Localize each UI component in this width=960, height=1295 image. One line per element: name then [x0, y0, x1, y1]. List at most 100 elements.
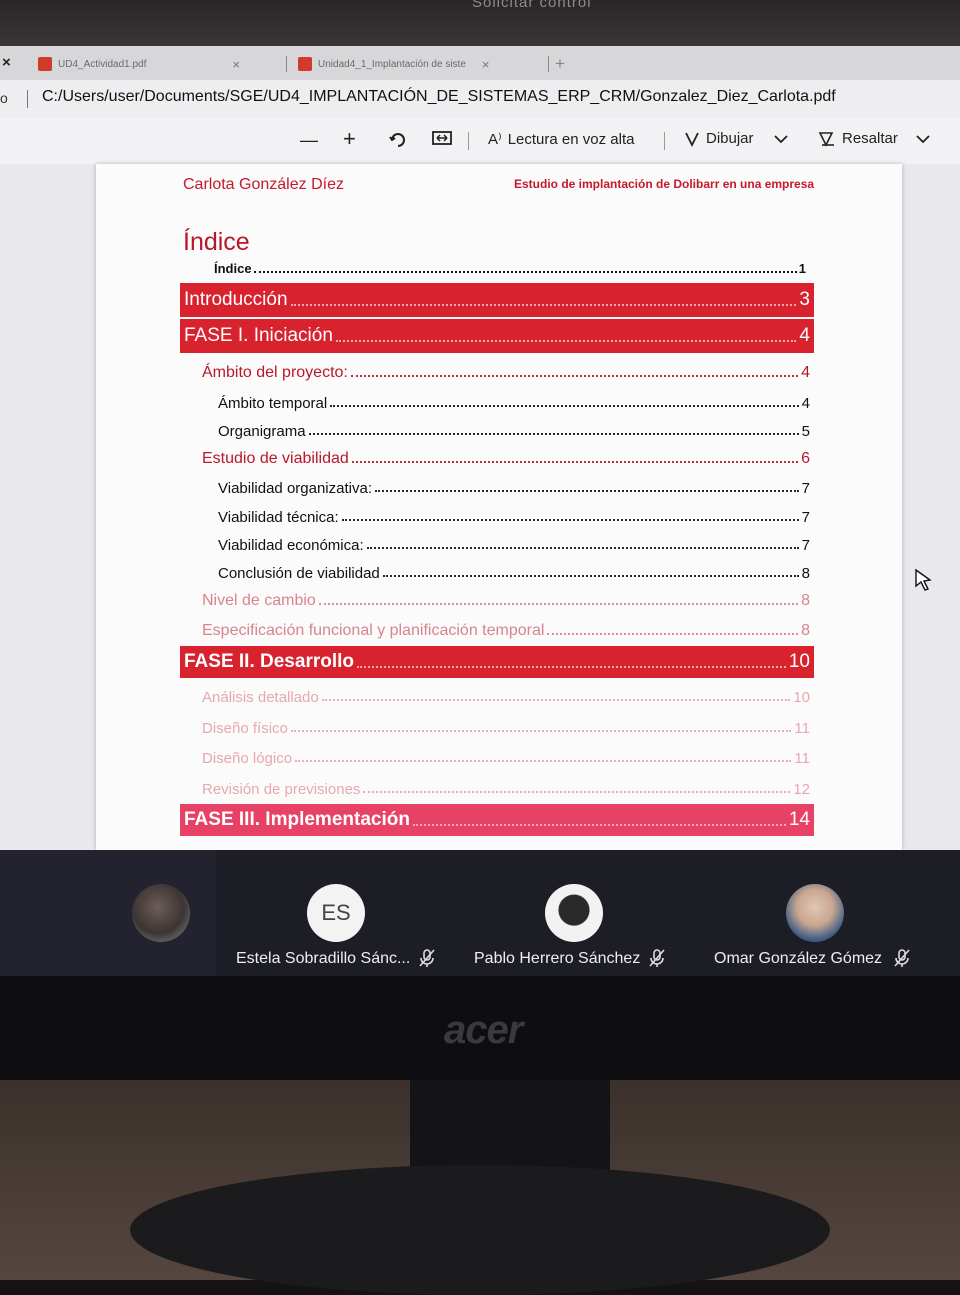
mic-muted-icon[interactable]	[893, 948, 911, 968]
toc-page: 4	[801, 364, 810, 381]
toc-entry-conclusion-viabilidad[interactable]: Conclusión de viabilidad 8	[218, 556, 810, 582]
chevron-down-icon[interactable]	[773, 134, 788, 144]
mouse-cursor-icon	[915, 568, 932, 591]
toc-label: Conclusión de viabilidad	[218, 565, 380, 582]
toc-entry-analisis-detallado[interactable]: Análisis detallado 10	[202, 680, 810, 706]
mic-muted-icon[interactable]	[418, 948, 436, 968]
toc-entry-viabilidad-economica[interactable]: Viabilidad económica: 7	[218, 528, 810, 554]
avatar	[786, 884, 844, 942]
toc-page: 8	[801, 622, 810, 639]
toc-entry-nivel-cambio[interactable]: Nivel de cambio 8	[202, 584, 810, 610]
toc-page: 14	[788, 809, 810, 830]
toc-page: 7	[801, 480, 810, 497]
toc-leader	[253, 271, 797, 273]
avatar: ES	[307, 884, 365, 942]
toc-label: Estudio de viabilidad	[202, 450, 349, 467]
read-aloud-label: Lectura en voz alta	[507, 130, 635, 148]
toc-entry-introduccion[interactable]: Introducción 3	[180, 283, 814, 317]
toc-label: Revisión de previsiones	[202, 781, 361, 798]
zoom-in-button[interactable]: +	[343, 126, 356, 152]
monitor-stand-base	[130, 1165, 830, 1295]
toc-entry-fase-1[interactable]: FASE I. Iniciación 4	[180, 319, 814, 353]
toc-label: Introducción	[184, 289, 288, 310]
highlight-button[interactable]: Resaltar	[818, 130, 930, 147]
toc-label: Ámbito temporal	[218, 395, 328, 412]
toc-entry-revision-previsiones[interactable]: Revisión de previsiones 12	[202, 772, 810, 798]
fit-page-button[interactable]	[432, 130, 452, 146]
draw-button[interactable]: Dibujar	[684, 130, 788, 147]
toc-label: FASE I. Iniciación	[184, 325, 333, 346]
tab-title: UD4_Actividad1.pdf	[58, 58, 147, 70]
toc-entry-ambito-temporal[interactable]: Ámbito temporal 4	[218, 386, 810, 412]
toc-entry-organigrama[interactable]: Organigrama 5	[218, 414, 810, 440]
toc-page: 7	[801, 537, 810, 554]
tab-unidad-pdf[interactable]: Unidad4_1_Implantación de siste ×	[298, 52, 489, 76]
chevron-down-icon[interactable]	[916, 134, 930, 144]
toc-entry-estudio-viabilidad[interactable]: Estudio de viabilidad 6	[202, 442, 810, 468]
toc-entry-especificacion-funcional[interactable]: Especificación funcional y planificación…	[202, 614, 810, 640]
zoom-out-button[interactable]: —	[300, 130, 318, 151]
new-tab-button[interactable]: +	[555, 54, 565, 74]
toc-entry-ambito-proyecto[interactable]: Ámbito del proyecto: 4	[202, 356, 810, 382]
meeting-banner-strip: Solicitar control	[0, 0, 960, 46]
toc-label: Viabilidad técnica:	[218, 509, 339, 526]
toc-leader	[295, 760, 792, 762]
toolbar-divider	[468, 132, 469, 150]
toc-page: 10	[788, 651, 810, 672]
monitor-brand-logo: acer	[444, 1008, 523, 1052]
toc-page: 8	[801, 565, 810, 582]
rotate-button[interactable]	[388, 130, 408, 150]
toc-page: 1	[798, 261, 806, 276]
toc-label: Diseño físico	[202, 720, 288, 737]
document-author: Carlota González Díez	[183, 176, 344, 193]
toc-leader	[318, 603, 799, 605]
toc-entry-viabilidad-tecnica[interactable]: Viabilidad técnica: 7	[218, 500, 810, 526]
pdf-viewer[interactable]: Carlota González Díez Estudio de implant…	[0, 164, 960, 850]
toc-leader	[382, 575, 799, 577]
tab-close-icon[interactable]: ×	[232, 57, 240, 72]
toc-leader	[366, 547, 799, 549]
toc-entry-viabilidad-organizativa[interactable]: Viabilidad organizativa: 7	[218, 471, 810, 497]
read-aloud-button[interactable]: A⁾ Lectura en voz alta	[488, 130, 635, 149]
toc-entry-diseno-fisico[interactable]: Diseño físico 11	[202, 711, 810, 737]
self-video-tile[interactable]	[0, 850, 216, 976]
toc-page: 10	[793, 689, 810, 706]
toc-page: 4	[799, 325, 810, 346]
url-field[interactable]: C:/Users/user/Documents/SGE/UD4_IMPLANTA…	[42, 88, 836, 106]
toc-leader	[350, 375, 799, 377]
pdf-toolbar: — + A⁾ Lectura en voz alta Dibujar Resal…	[0, 118, 960, 165]
toc-leader	[321, 699, 791, 701]
participant-name: Omar González Gómez	[714, 950, 883, 967]
toc-leader	[547, 633, 799, 635]
read-aloud-icon: A⁾	[488, 131, 502, 148]
pdf-page: Carlota González Díez Estudio de implant…	[96, 164, 902, 850]
address-divider	[27, 90, 28, 108]
toc-entry-diseno-logico[interactable]: Diseño lógico 11	[202, 741, 810, 767]
tab-actividad-pdf[interactable]: UD4_Actividad1.pdf ×	[38, 52, 240, 76]
close-window-icon[interactable]: ×	[2, 54, 11, 71]
toc-entry-index[interactable]: Índice 1	[214, 259, 806, 276]
tab-close-icon[interactable]: ×	[482, 57, 490, 72]
browser-tab-bar: × UD4_Actividad1.pdf × Unidad4_1_Implant…	[0, 46, 960, 80]
toc-leader	[290, 304, 797, 306]
participant-name: Pablo Herrero Sánchez	[474, 950, 641, 967]
document-subtitle: Estudio de implantación de Dolibarr en u…	[514, 177, 815, 191]
toc-leader	[335, 340, 797, 342]
toc-entry-fase-3[interactable]: FASE III. Implementación 14	[180, 804, 814, 836]
toc-leader	[330, 405, 799, 407]
request-control-label[interactable]: Solicitar control	[472, 0, 592, 11]
toc-label: Nivel de cambio	[202, 592, 316, 609]
toc-leader	[308, 433, 799, 435]
tab-divider	[286, 56, 287, 72]
address-bar: o C:/Users/user/Documents/SGE/UD4_IMPLAN…	[0, 80, 960, 119]
toc-page: 12	[793, 781, 810, 798]
draw-label: Dibujar	[706, 130, 754, 147]
toc-label: Organigrama	[218, 423, 306, 440]
toc-leader	[341, 519, 799, 521]
toc-label: Viabilidad organizativa:	[218, 480, 372, 497]
mic-muted-icon[interactable]	[648, 948, 666, 968]
toc-page: 11	[794, 720, 810, 737]
draw-pen-icon	[685, 132, 699, 147]
highlighter-icon	[818, 131, 834, 147]
toc-entry-fase-2[interactable]: FASE II. Desarrollo 10	[180, 646, 814, 678]
